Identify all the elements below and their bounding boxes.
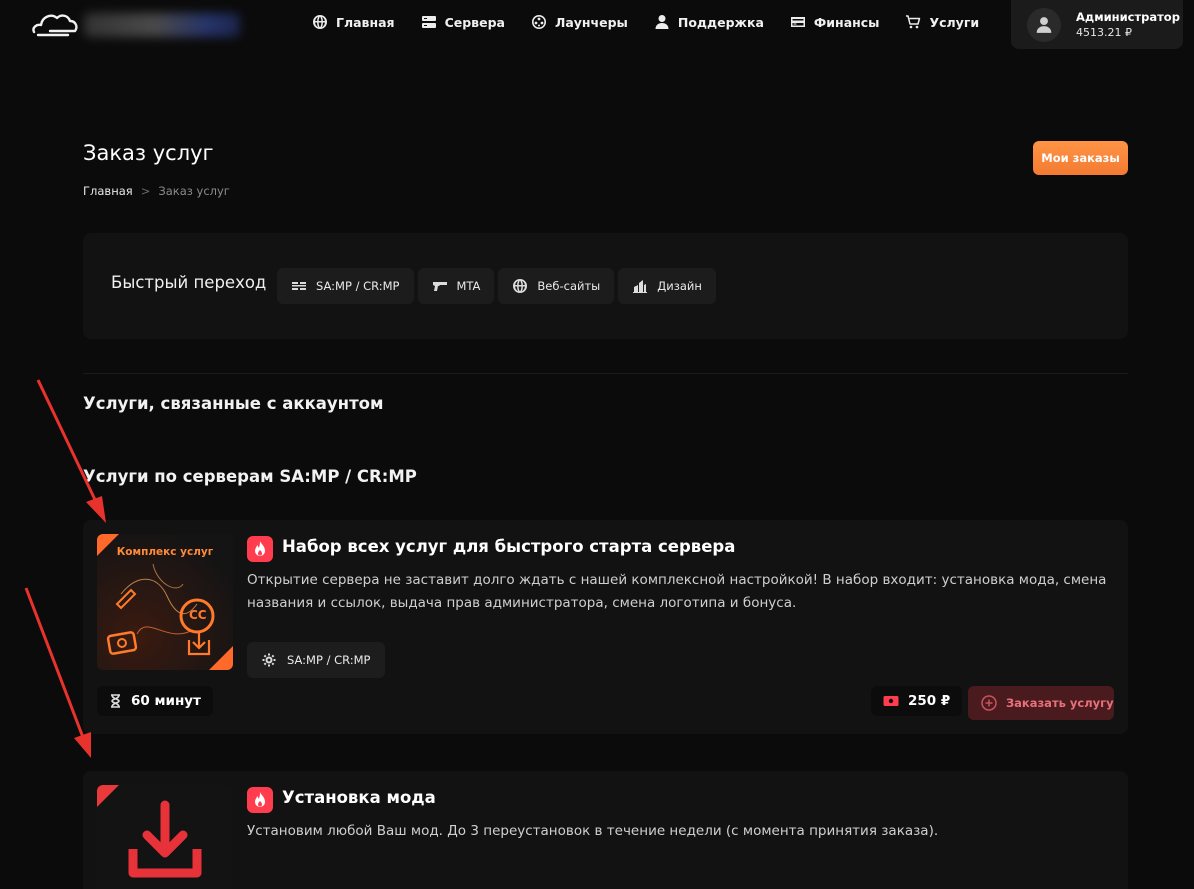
quick-chip-websites-label: Веб-сайты xyxy=(537,279,601,293)
server-icon xyxy=(421,16,436,28)
service-description: Открытие сервера не заставит долго ждать… xyxy=(247,572,1107,611)
page-title: Заказ услуг xyxy=(83,141,214,165)
section-divider xyxy=(83,373,1128,374)
service-platform-tag: SA:MP / CR:MP xyxy=(247,642,385,678)
quick-chip-mta[interactable]: MTA xyxy=(417,268,495,304)
annotation-arrow xyxy=(24,587,91,758)
annotation-arrows xyxy=(24,379,106,758)
nav-home[interactable]: Главная xyxy=(312,12,395,32)
launcher-icon xyxy=(531,15,546,29)
gear-icon xyxy=(262,653,276,667)
service-image-complex: Комплекс услуг CC xyxy=(97,534,233,670)
nav-support[interactable]: Поддержка xyxy=(654,12,764,32)
nav-servers[interactable]: Сервера xyxy=(421,12,505,32)
nav-home-label: Главная xyxy=(336,14,395,30)
service-price-value: 250 ₽ xyxy=(908,693,951,709)
account-panel[interactable]: Администратор 4513.21 ₽ xyxy=(1011,0,1183,49)
money-icon xyxy=(883,696,899,706)
service-card: Установка мода Установим любой Ваш мод. … xyxy=(83,771,1128,889)
user-icon xyxy=(1036,16,1052,33)
service-duration-value: 60 минут xyxy=(131,693,201,709)
quick-chip-design[interactable]: Дизайн xyxy=(618,268,716,304)
quick-nav-label: Быстрый переход xyxy=(111,273,267,292)
order-service-label: Заказать услугу xyxy=(1006,696,1114,710)
account-name: Администратор xyxy=(1076,9,1180,24)
account-balance: 4513.21 ₽ xyxy=(1076,25,1132,39)
breadcrumb: Главная > Заказ услуг xyxy=(83,184,230,198)
order-service-button[interactable]: Заказать услугу xyxy=(968,686,1114,720)
globe-icon xyxy=(313,15,327,29)
quick-chip-websites[interactable]: Веб-сайты xyxy=(498,268,615,304)
service-description: Установим любой Ваш мод. До 3 переустано… xyxy=(247,823,939,839)
cart-icon xyxy=(906,15,921,29)
service-platform-label: SA:MP / CR:MP xyxy=(287,653,371,667)
service-illustration xyxy=(97,785,233,889)
cloud-logo-icon[interactable] xyxy=(30,8,80,38)
quick-chip-mta-label: MTA xyxy=(456,279,481,293)
nav-finance-label: Финансы xyxy=(813,14,880,30)
fire-icon xyxy=(255,792,265,807)
nav-launchers-label: Лаунчеры xyxy=(554,14,628,30)
service-card: Комплекс услуг CC Набор всех услуг для б… xyxy=(83,520,1128,734)
nav-launchers[interactable]: Лаунчеры xyxy=(531,12,628,32)
main-nav: Главная Сервера Лаунчеры Поддержка Финан… xyxy=(312,12,979,32)
cc-mark: CC xyxy=(189,608,207,622)
nav-services-label: Услуги xyxy=(929,14,980,30)
design-icon xyxy=(633,280,648,293)
account-text: Администратор 4513.21 ₽ xyxy=(1076,10,1180,40)
service-duration: 60 минут xyxy=(97,686,213,716)
service-price: 250 ₽ xyxy=(871,686,963,716)
section-title-samp: Услуги по серверам SA:MP / CR:MP xyxy=(83,467,417,486)
hourglass-icon xyxy=(111,694,120,708)
card-icon xyxy=(790,17,805,27)
fire-icon xyxy=(255,541,265,556)
fire-badge xyxy=(247,536,273,562)
image-caption: Комплекс услуг xyxy=(116,546,214,558)
section-title-account: Услуги, связанные с аккаунтом xyxy=(83,394,384,413)
my-orders-button[interactable]: Мои заказы xyxy=(1033,141,1128,175)
brand-name-blurred xyxy=(84,13,240,37)
breadcrumb-current: Заказ услуг xyxy=(158,184,230,198)
user-support-icon xyxy=(655,15,669,29)
nav-support-label: Поддержка xyxy=(677,14,764,30)
nav-finance[interactable]: Финансы xyxy=(790,12,880,32)
samp-logo-icon xyxy=(292,282,306,290)
breadcrumb-separator: > xyxy=(140,184,151,198)
nav-services[interactable]: Услуги xyxy=(905,12,979,32)
avatar xyxy=(1027,7,1061,42)
fire-badge xyxy=(247,787,273,813)
quick-chip-samp[interactable]: SA:MP / CR:MP xyxy=(277,268,414,304)
service-title: Установка мода xyxy=(282,788,436,807)
quick-chip-samp-label: SA:MP / CR:MP xyxy=(316,279,400,293)
globe-icon xyxy=(513,279,528,293)
pistol-icon xyxy=(432,282,447,291)
quick-chip-design-label: Дизайн xyxy=(657,279,702,293)
service-title: Набор всех услуг для быстрого старта сер… xyxy=(282,537,736,556)
quick-nav-chips: SA:MP / CR:MP MTA Веб-сайты Дизайн xyxy=(277,268,716,304)
quick-nav-panel: Быстрый переход SA:MP / CR:MP MTA Веб-са… xyxy=(83,233,1128,339)
nav-servers-label: Сервера xyxy=(444,14,505,30)
plus-circle-icon xyxy=(981,695,997,711)
service-image-mod xyxy=(97,785,233,889)
breadcrumb-home[interactable]: Главная xyxy=(83,184,133,198)
top-header: Главная Сервера Лаунчеры Поддержка Финан… xyxy=(0,0,1194,49)
